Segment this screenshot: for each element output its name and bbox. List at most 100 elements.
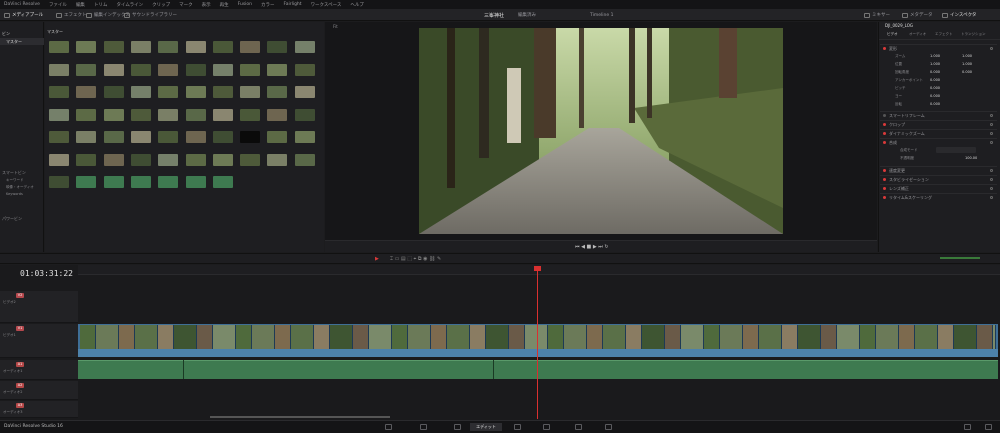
clip-thumbnail[interactable] [267,131,288,143]
playhead-handle[interactable] [534,266,541,271]
section-smart-reframe[interactable]: スマートリフレーム [880,111,997,119]
section-composite[interactable]: 合成 [880,138,997,146]
track-tag[interactable]: A2 [16,383,24,388]
timeline-timecode[interactable]: 01:03:31:22 [20,269,73,278]
section-retime-scaling[interactable]: リタイム&スケーリング [880,193,997,201]
track-tag[interactable]: V2 [16,293,24,298]
clip-thumbnail[interactable] [158,63,179,76]
clip-thumbnail[interactable] [240,131,261,143]
menu-item[interactable]: トリム [94,2,108,8]
clip-thumbnail[interactable] [212,176,233,188]
section-lens-correction[interactable]: レンズ補正 [880,184,997,192]
clip-thumbnail[interactable] [294,131,315,143]
menu-item[interactable]: ファイル [49,2,67,8]
clip-thumbnail[interactable] [158,131,179,143]
transport-controls[interactable]: ⏮ ◀ ■ ▶ ⏭ ↻ [575,244,609,250]
clip-thumbnail[interactable] [240,41,261,53]
transform-field-value[interactable]: 0.000 [930,102,940,106]
clip-thumbnail[interactable] [212,131,233,143]
clip-thumbnail[interactable] [185,176,206,188]
master-bin-row[interactable]: マスター [0,38,44,45]
reset-icon[interactable] [990,47,993,50]
clip-thumbnail[interactable] [158,41,179,53]
clip-thumbnail[interactable] [76,108,97,121]
clip-thumbnail[interactable] [103,153,124,166]
clip-thumbnail[interactable] [212,86,233,98]
menu-item[interactable]: 編集 [76,2,85,8]
fairlight-page-icon[interactable] [575,424,582,430]
clip-thumbnail[interactable] [76,131,97,143]
effects-toggle[interactable]: エフェクト [56,11,87,19]
viewer-zoom[interactable]: Fit [333,24,338,29]
clip-thumbnail[interactable] [158,86,179,98]
clip-thumbnail[interactable] [212,108,233,121]
reset-icon[interactable] [990,114,993,117]
track-header[interactable]: A2 オーディオ2 [0,381,78,400]
smart-bin-item[interactable]: キーワード [6,178,24,183]
transform-field-value[interactable]: 0.000 [930,70,940,74]
transform-field-value[interactable]: 0.000 [930,94,940,98]
clip-thumbnail[interactable] [130,131,151,143]
fusion-page-icon[interactable] [514,424,521,430]
reset-icon[interactable] [990,123,993,126]
clip-thumbnail[interactable] [294,41,315,53]
menu-item[interactable]: マーク [179,2,193,8]
clip-thumbnail[interactable] [294,86,315,98]
clip-thumbnail[interactable] [130,41,151,53]
clip-thumbnail[interactable] [294,63,315,76]
edit-page-tab[interactable]: エディット [470,423,502,431]
clip-thumbnail[interactable] [130,153,151,166]
clip-thumbnail[interactable] [185,63,206,76]
timeline-scrollbar[interactable] [210,416,390,418]
playhead[interactable] [537,266,538,419]
menu-item[interactable]: 表示 [202,2,211,8]
menu-item[interactable]: DaVinci Resolve [4,2,40,7]
reset-icon[interactable] [990,169,993,172]
section-dynamic-zoom[interactable]: ダイナミックズーム [880,129,997,137]
clip-thumbnail[interactable] [130,63,151,76]
tab-transition[interactable]: トランジション [961,32,986,37]
clip-thumbnail[interactable] [76,86,97,98]
menu-item[interactable]: クリップ [152,2,170,8]
clip-thumbnail[interactable] [49,153,69,166]
clip-thumbnail[interactable] [158,153,179,166]
clip-thumbnail[interactable] [76,41,97,53]
menu-item[interactable]: ヘルプ [350,2,364,8]
transform-field-value[interactable]: 0.000 [962,70,972,74]
clip-thumbnail[interactable] [240,63,261,76]
clip-thumbnail[interactable] [49,86,69,98]
transform-field-value[interactable]: 1.000 [962,62,972,66]
transform-field-value[interactable]: 1.000 [930,54,940,58]
clip-thumbnail[interactable] [267,86,288,98]
a1-audio-clip[interactable] [78,360,998,379]
clip-thumbnail[interactable] [130,108,151,121]
cut-page-icon[interactable] [420,424,427,430]
clip-thumbnail[interactable] [49,63,69,76]
clip-thumbnail[interactable] [185,86,206,98]
clip-thumbnail[interactable] [212,63,233,76]
clip-thumbnail[interactable] [267,41,288,53]
track-tag[interactable]: A1 [16,362,24,367]
clip-thumbnail[interactable] [76,153,97,166]
home-icon[interactable] [964,424,971,430]
tab-video[interactable]: ビデオ [887,32,898,37]
clip-thumbnail[interactable] [103,63,124,76]
transform-field-value[interactable]: 0.000 [930,78,940,82]
track-header[interactable]: A3 オーディオ3 [0,401,78,418]
clip-thumbnail[interactable] [103,108,124,121]
clip-thumbnail[interactable] [103,131,124,143]
sound-library-toggle[interactable]: サウンドライブラリー [124,11,177,19]
track-header[interactable]: V2 ビデオ2 [0,291,78,323]
track-header[interactable]: V1 ビデオ1 [0,324,78,358]
clip-thumbnail[interactable] [49,176,69,188]
clip-thumbnail[interactable] [158,176,179,188]
clip-thumbnail[interactable] [240,86,261,98]
clip-thumbnail[interactable] [103,176,124,188]
menu-item[interactable]: 再生 [220,2,229,8]
clip-thumbnail[interactable] [294,108,315,121]
metadata-toggle[interactable]: メタデータ [902,11,933,19]
clip-thumbnail[interactable] [158,108,179,121]
clip-thumbnail[interactable] [103,86,124,98]
tab-audio[interactable]: オーディオ [909,32,926,37]
clip-thumbnail[interactable] [49,131,69,143]
